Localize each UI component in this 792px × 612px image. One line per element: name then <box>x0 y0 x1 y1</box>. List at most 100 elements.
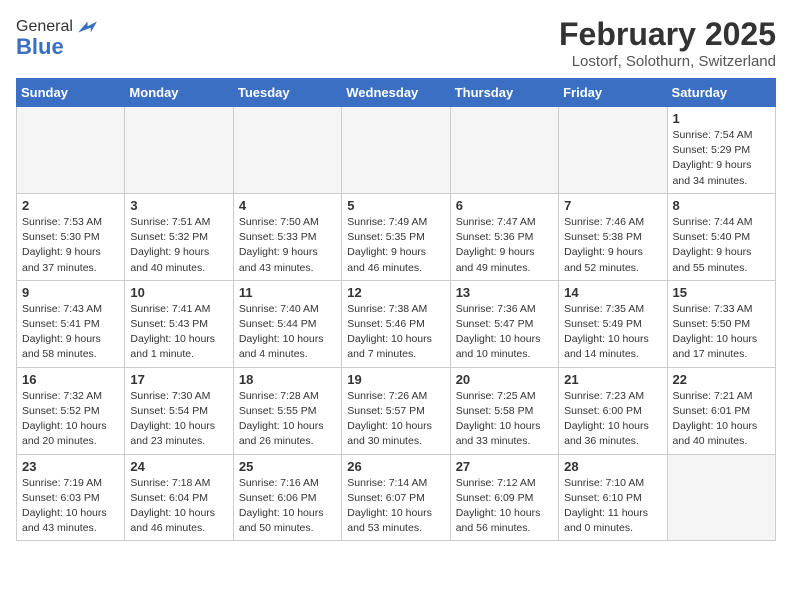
calendar-cell: 13 Sunrise: 7:36 AM Sunset: 5:47 PM Dayli… <box>450 280 558 367</box>
day-info: Sunrise: 7:40 AM Sunset: 5:44 PM Dayligh… <box>239 302 336 363</box>
title-block: February 2025 Lostorf, Solothurn, Switze… <box>559 16 776 70</box>
day-number: 9 <box>22 285 119 300</box>
calendar-cell: 18 Sunrise: 7:28 AM Sunset: 5:55 PM Dayli… <box>233 367 341 454</box>
day-info: Sunrise: 7:14 AM Sunset: 6:07 PM Dayligh… <box>347 476 444 537</box>
day-header-saturday: Saturday <box>667 79 775 107</box>
calendar-cell <box>559 107 667 194</box>
day-info: Sunrise: 7:47 AM Sunset: 5:36 PM Dayligh… <box>456 215 553 276</box>
day-header-friday: Friday <box>559 79 667 107</box>
page-header: General Blue February 2025 Lostorf, Solo… <box>16 16 776 70</box>
calendar-cell <box>450 107 558 194</box>
day-header-tuesday: Tuesday <box>233 79 341 107</box>
calendar-cell: 16 Sunrise: 7:32 AM Sunset: 5:52 PM Dayli… <box>17 367 125 454</box>
day-number: 22 <box>673 372 770 387</box>
day-info: Sunrise: 7:36 AM Sunset: 5:47 PM Dayligh… <box>456 302 553 363</box>
calendar-cell: 22 Sunrise: 7:21 AM Sunset: 6:01 PM Dayli… <box>667 367 775 454</box>
day-number: 4 <box>239 198 336 213</box>
day-number: 27 <box>456 459 553 474</box>
day-header-sunday: Sunday <box>17 79 125 107</box>
day-number: 12 <box>347 285 444 300</box>
calendar-cell <box>17 107 125 194</box>
calendar-cell: 19 Sunrise: 7:26 AM Sunset: 5:57 PM Dayli… <box>342 367 450 454</box>
day-info: Sunrise: 7:21 AM Sunset: 6:01 PM Dayligh… <box>673 389 770 450</box>
day-number: 10 <box>130 285 227 300</box>
day-number: 3 <box>130 198 227 213</box>
day-header-monday: Monday <box>125 79 233 107</box>
day-number: 19 <box>347 372 444 387</box>
day-number: 13 <box>456 285 553 300</box>
calendar-cell <box>125 107 233 194</box>
calendar-cell: 3 Sunrise: 7:51 AM Sunset: 5:32 PM Daylig… <box>125 193 233 280</box>
week-row-3: 16 Sunrise: 7:32 AM Sunset: 5:52 PM Dayli… <box>17 367 776 454</box>
day-info: Sunrise: 7:32 AM Sunset: 5:52 PM Dayligh… <box>22 389 119 450</box>
calendar-cell: 4Sunrise: 7:50 AM Sunset: 5:33 PM Daylig… <box>233 193 341 280</box>
day-info: Sunrise: 7:46 AM Sunset: 5:38 PM Dayligh… <box>564 215 661 276</box>
calendar-cell: 14 Sunrise: 7:35 AM Sunset: 5:49 PM Dayli… <box>559 280 667 367</box>
calendar-cell: 20 Sunrise: 7:25 AM Sunset: 5:58 PM Dayli… <box>450 367 558 454</box>
day-info: Sunrise: 7:25 AM Sunset: 5:58 PM Dayligh… <box>456 389 553 450</box>
day-info: Sunrise: 7:43 AM Sunset: 5:41 PM Dayligh… <box>22 302 119 363</box>
day-number: 28 <box>564 459 661 474</box>
week-row-2: 9 Sunrise: 7:43 AM Sunset: 5:41 PM Daylig… <box>17 280 776 367</box>
calendar-cell: 9 Sunrise: 7:43 AM Sunset: 5:41 PM Daylig… <box>17 280 125 367</box>
day-number: 24 <box>130 459 227 474</box>
logo-icon <box>75 16 97 38</box>
day-number: 26 <box>347 459 444 474</box>
day-number: 23 <box>22 459 119 474</box>
calendar-cell <box>342 107 450 194</box>
calendar-table: SundayMondayTuesdayWednesdayThursdayFrid… <box>16 78 776 541</box>
day-header-thursday: Thursday <box>450 79 558 107</box>
day-number: 7 <box>564 198 661 213</box>
week-row-1: 2 Sunrise: 7:53 AM Sunset: 5:30 PM Daylig… <box>17 193 776 280</box>
calendar-cell: 28 Sunrise: 7:10 AM Sunset: 6:10 PM Dayli… <box>559 454 667 541</box>
calendar-cell <box>667 454 775 541</box>
calendar-cell <box>233 107 341 194</box>
day-number: 25 <box>239 459 336 474</box>
location: Lostorf, Solothurn, Switzerland <box>559 53 776 70</box>
calendar-cell: 17 Sunrise: 7:30 AM Sunset: 5:54 PM Dayli… <box>125 367 233 454</box>
day-info: Sunrise: 7:53 AM Sunset: 5:30 PM Dayligh… <box>22 215 119 276</box>
calendar-header-row: SundayMondayTuesdayWednesdayThursdayFrid… <box>17 79 776 107</box>
day-number: 2 <box>22 198 119 213</box>
day-info: Sunrise: 7:33 AM Sunset: 5:50 PM Dayligh… <box>673 302 770 363</box>
calendar-cell: 7 Sunrise: 7:46 AM Sunset: 5:38 PM Daylig… <box>559 193 667 280</box>
calendar-cell: 24Sunrise: 7:18 AM Sunset: 6:04 PM Dayli… <box>125 454 233 541</box>
day-number: 16 <box>22 372 119 387</box>
day-info: Sunrise: 7:10 AM Sunset: 6:10 PM Dayligh… <box>564 476 661 537</box>
day-info: Sunrise: 7:28 AM Sunset: 5:55 PM Dayligh… <box>239 389 336 450</box>
day-info: Sunrise: 7:54 AM Sunset: 5:29 PM Dayligh… <box>673 128 770 189</box>
calendar-cell: 23Sunrise: 7:19 AM Sunset: 6:03 PM Dayli… <box>17 454 125 541</box>
day-info: Sunrise: 7:49 AM Sunset: 5:35 PM Dayligh… <box>347 215 444 276</box>
day-number: 18 <box>239 372 336 387</box>
day-info: Sunrise: 7:38 AM Sunset: 5:46 PM Dayligh… <box>347 302 444 363</box>
day-info: Sunrise: 7:30 AM Sunset: 5:54 PM Dayligh… <box>130 389 227 450</box>
calendar-cell: 27Sunrise: 7:12 AM Sunset: 6:09 PM Dayli… <box>450 454 558 541</box>
day-header-wednesday: Wednesday <box>342 79 450 107</box>
day-info: Sunrise: 7:51 AM Sunset: 5:32 PM Dayligh… <box>130 215 227 276</box>
calendar-cell: 5 Sunrise: 7:49 AM Sunset: 5:35 PM Daylig… <box>342 193 450 280</box>
calendar-cell: 6Sunrise: 7:47 AM Sunset: 5:36 PM Daylig… <box>450 193 558 280</box>
day-info: Sunrise: 7:26 AM Sunset: 5:57 PM Dayligh… <box>347 389 444 450</box>
day-number: 17 <box>130 372 227 387</box>
calendar-cell: 21 Sunrise: 7:23 AM Sunset: 6:00 PM Dayli… <box>559 367 667 454</box>
week-row-4: 23Sunrise: 7:19 AM Sunset: 6:03 PM Dayli… <box>17 454 776 541</box>
day-number: 1 <box>673 111 770 126</box>
day-number: 15 <box>673 285 770 300</box>
day-number: 8 <box>673 198 770 213</box>
logo: General Blue <box>16 16 97 60</box>
calendar-cell: 8 Sunrise: 7:44 AM Sunset: 5:40 PM Daylig… <box>667 193 775 280</box>
day-info: Sunrise: 7:23 AM Sunset: 6:00 PM Dayligh… <box>564 389 661 450</box>
calendar-cell: 26 Sunrise: 7:14 AM Sunset: 6:07 PM Dayli… <box>342 454 450 541</box>
day-number: 20 <box>456 372 553 387</box>
calendar-cell: 15 Sunrise: 7:33 AM Sunset: 5:50 PM Dayli… <box>667 280 775 367</box>
month-title: February 2025 <box>559 16 776 53</box>
day-info: Sunrise: 7:35 AM Sunset: 5:49 PM Dayligh… <box>564 302 661 363</box>
day-number: 21 <box>564 372 661 387</box>
day-info: Sunrise: 7:16 AM Sunset: 6:06 PM Dayligh… <box>239 476 336 537</box>
day-number: 5 <box>347 198 444 213</box>
day-number: 14 <box>564 285 661 300</box>
calendar-cell: 12 Sunrise: 7:38 AM Sunset: 5:46 PM Dayli… <box>342 280 450 367</box>
day-number: 11 <box>239 285 336 300</box>
calendar-cell: 11 Sunrise: 7:40 AM Sunset: 5:44 PM Dayli… <box>233 280 341 367</box>
day-info: Sunrise: 7:44 AM Sunset: 5:40 PM Dayligh… <box>673 215 770 276</box>
